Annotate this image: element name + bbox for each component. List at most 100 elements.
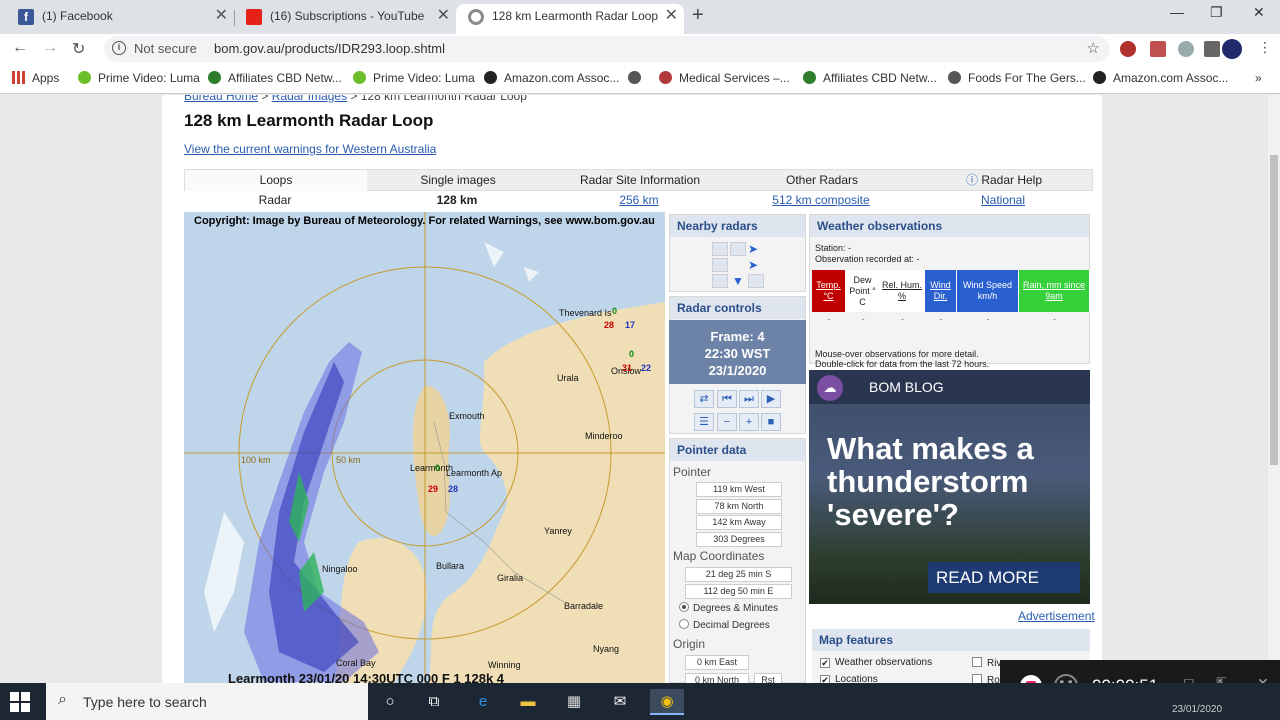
breadcrumb-home-link[interactable]: Bureau Home <box>184 95 258 103</box>
warnings-link[interactable]: View the current warnings for Western Au… <box>184 142 436 156</box>
new-tab-button[interactable]: + <box>692 4 704 27</box>
forward-icon[interactable]: → <box>42 39 58 57</box>
bookmark-item[interactable]: Prime Video: Luma <box>78 71 200 85</box>
scrollbar-thumb[interactable] <box>1270 155 1278 465</box>
cortana-icon[interactable]: ○ <box>377 689 403 715</box>
tab-radar-site-info[interactable]: Radar Site Information <box>549 170 731 191</box>
task-view-icon[interactable]: ⧉ <box>421 689 447 715</box>
map-place-label: Bullara <box>436 561 465 571</box>
file-explorer-icon[interactable]: ▬ <box>515 689 541 715</box>
tab-youtube[interactable]: (16) Subscriptions - YouTube ✕ <box>234 4 456 34</box>
tab-radar-help[interactable]: ⓘ Radar Help <box>913 170 1095 191</box>
range-256km-link[interactable]: 256 km <box>619 193 658 207</box>
station-obs-value[interactable]: 31 <box>622 363 632 373</box>
maximize-button[interactable]: ❐ <box>1210 4 1223 21</box>
tab-loops[interactable]: Loops <box>185 170 367 191</box>
bookmark-star-icon[interactable]: ☆ <box>1087 39 1100 57</box>
taskbar-search[interactable]: ⌕ Type here to search <box>46 683 368 720</box>
close-icon[interactable]: ✕ <box>437 4 450 28</box>
tab-single-images[interactable]: Single images <box>367 170 549 191</box>
station-obs-value[interactable]: 0 <box>612 306 617 316</box>
first-frame-icon[interactable]: ⏮ <box>717 390 737 408</box>
minimize-button[interactable]: — <box>1170 4 1184 20</box>
avatar[interactable] <box>1222 39 1242 59</box>
station-obs-value[interactable]: 0 <box>435 463 440 473</box>
print-icon[interactable]: ☰ <box>694 413 714 431</box>
col-rain[interactable]: Rain, mm since 9am <box>1019 270 1090 312</box>
bookmark-item[interactable]: Foods For The Gers... <box>948 71 1086 85</box>
address-toolbar: ← → ↻ i Not secure bom.gov.au/products/I… <box>0 34 1280 64</box>
bookmark-item[interactable]: Prime Video: Luma <box>353 71 475 85</box>
read-more-button[interactable]: READ MORE <box>928 562 1080 593</box>
map-place-label: Thevenard Is <box>559 308 612 318</box>
close-icon[interactable]: ✕ <box>665 4 678 28</box>
bookmark-item[interactable]: Medical Services –... <box>659 71 790 85</box>
extension-icon[interactable] <box>1178 41 1194 57</box>
store-icon[interactable]: ▦ <box>561 689 587 715</box>
stop-icon[interactable]: ■ <box>761 413 781 431</box>
pdf-extension-icon[interactable] <box>1150 41 1166 57</box>
arrow-sw-icon <box>712 274 728 288</box>
amazon-icon <box>484 71 497 84</box>
play-icon[interactable]: ▶ <box>761 390 781 408</box>
play-icon <box>353 71 366 84</box>
col-humidity[interactable]: Rel. Hum. % <box>880 270 925 312</box>
col-temp[interactable]: Temp. °C <box>812 270 846 312</box>
map-coords-label: Map Coordinates <box>673 549 765 563</box>
info-icon[interactable]: i <box>112 41 126 55</box>
bookmarks-overflow-icon[interactable]: » <box>1255 71 1262 85</box>
bookmark-item[interactable]: Affiliates CBD Netw... <box>803 71 937 85</box>
address-bar[interactable]: i Not secure bom.gov.au/products/IDR293.… <box>104 36 1110 62</box>
radar-image[interactable]: Copyright: Image by Bureau of Meteorolog… <box>184 212 665 683</box>
arrow-ne-icon[interactable]: ➤ <box>748 242 764 256</box>
bookmark-item[interactable]: Affiliates CBD Netw... <box>208 71 342 85</box>
breadcrumb-radar-link[interactable]: Radar Images <box>272 95 347 103</box>
mail-icon[interactable]: ✉ <box>607 689 633 715</box>
windows-start-icon[interactable] <box>10 692 30 712</box>
bookmark-item[interactable]: Amazon.com Assoc... <box>1093 71 1228 85</box>
reload-icon[interactable]: ↻ <box>72 39 85 59</box>
origin-reset-button[interactable]: Rst <box>754 673 782 683</box>
edge-icon[interactable]: e <box>470 689 496 715</box>
checkbox-locations[interactable]: ✔ Locations <box>820 674 878 683</box>
station-obs-value[interactable]: 0 <box>629 349 634 359</box>
bookmark-item[interactable]: Amazon.com Assoc... <box>484 71 619 85</box>
arrow-nw-icon <box>712 242 728 256</box>
checkbox-weather-observations[interactable]: ✔ Weather observations <box>820 657 932 668</box>
tab-other-radars[interactable]: Other Radars <box>731 170 913 191</box>
url-text[interactable]: bom.gov.au/products/IDR293.loop.shtml <box>214 41 445 56</box>
station-obs-value[interactable]: 22 <box>641 363 651 373</box>
range-label-50km: 50 km <box>336 455 361 465</box>
bookmark-item[interactable] <box>628 71 648 85</box>
search-placeholder: Type here to search <box>83 694 207 710</box>
station-obs-value[interactable]: 28 <box>604 320 614 330</box>
window-close-button[interactable]: ✕ <box>1253 4 1265 21</box>
chrome-icon[interactable]: ◉ <box>650 689 684 715</box>
media-icon[interactable] <box>1204 41 1220 57</box>
back-icon[interactable]: ← <box>12 39 28 57</box>
advertisement-link[interactable]: Advertisement <box>1018 609 1095 623</box>
close-icon[interactable]: ✕ <box>215 4 228 28</box>
menu-icon[interactable]: ⋮ <box>1258 39 1272 56</box>
swap-icon[interactable]: ⇄ <box>694 390 714 408</box>
col-wind-dir[interactable]: Wind Dir. <box>925 270 957 312</box>
station-obs-value[interactable]: 17 <box>625 320 635 330</box>
tab-facebook[interactable]: f (1) Facebook ✕ <box>6 4 234 34</box>
extension-icon[interactable] <box>1120 41 1136 57</box>
slower-icon[interactable]: − <box>717 413 737 431</box>
national-link[interactable]: National <box>981 193 1025 207</box>
range-512km-link[interactable]: 512 km composite <box>772 193 869 207</box>
last-frame-icon[interactable]: ⏭ <box>739 390 759 408</box>
station-obs-value[interactable]: 29 <box>428 484 438 494</box>
bookmark-apps[interactable]: Apps <box>12 71 59 85</box>
tab-radar-loop[interactable]: 128 km Learmonth Radar Loop ✕ <box>456 4 684 34</box>
station-obs-value[interactable]: 28 <box>448 484 458 494</box>
radio-decimal-degrees[interactable]: Decimal Degrees <box>679 619 770 631</box>
bom-blog-ad[interactable]: ☁ BOM BLOG What makes a thunderstorm 'se… <box>809 370 1090 604</box>
arrow-e-icon[interactable]: ➤ <box>748 258 764 272</box>
radio-degrees-minutes[interactable]: Degrees & Minutes <box>679 602 778 614</box>
page-scrollbar[interactable] <box>1268 95 1280 683</box>
nearby-radars-title: Nearby radars <box>670 215 805 237</box>
faster-icon[interactable]: + <box>739 413 759 431</box>
arrow-s-icon[interactable]: ▼ <box>730 274 746 288</box>
